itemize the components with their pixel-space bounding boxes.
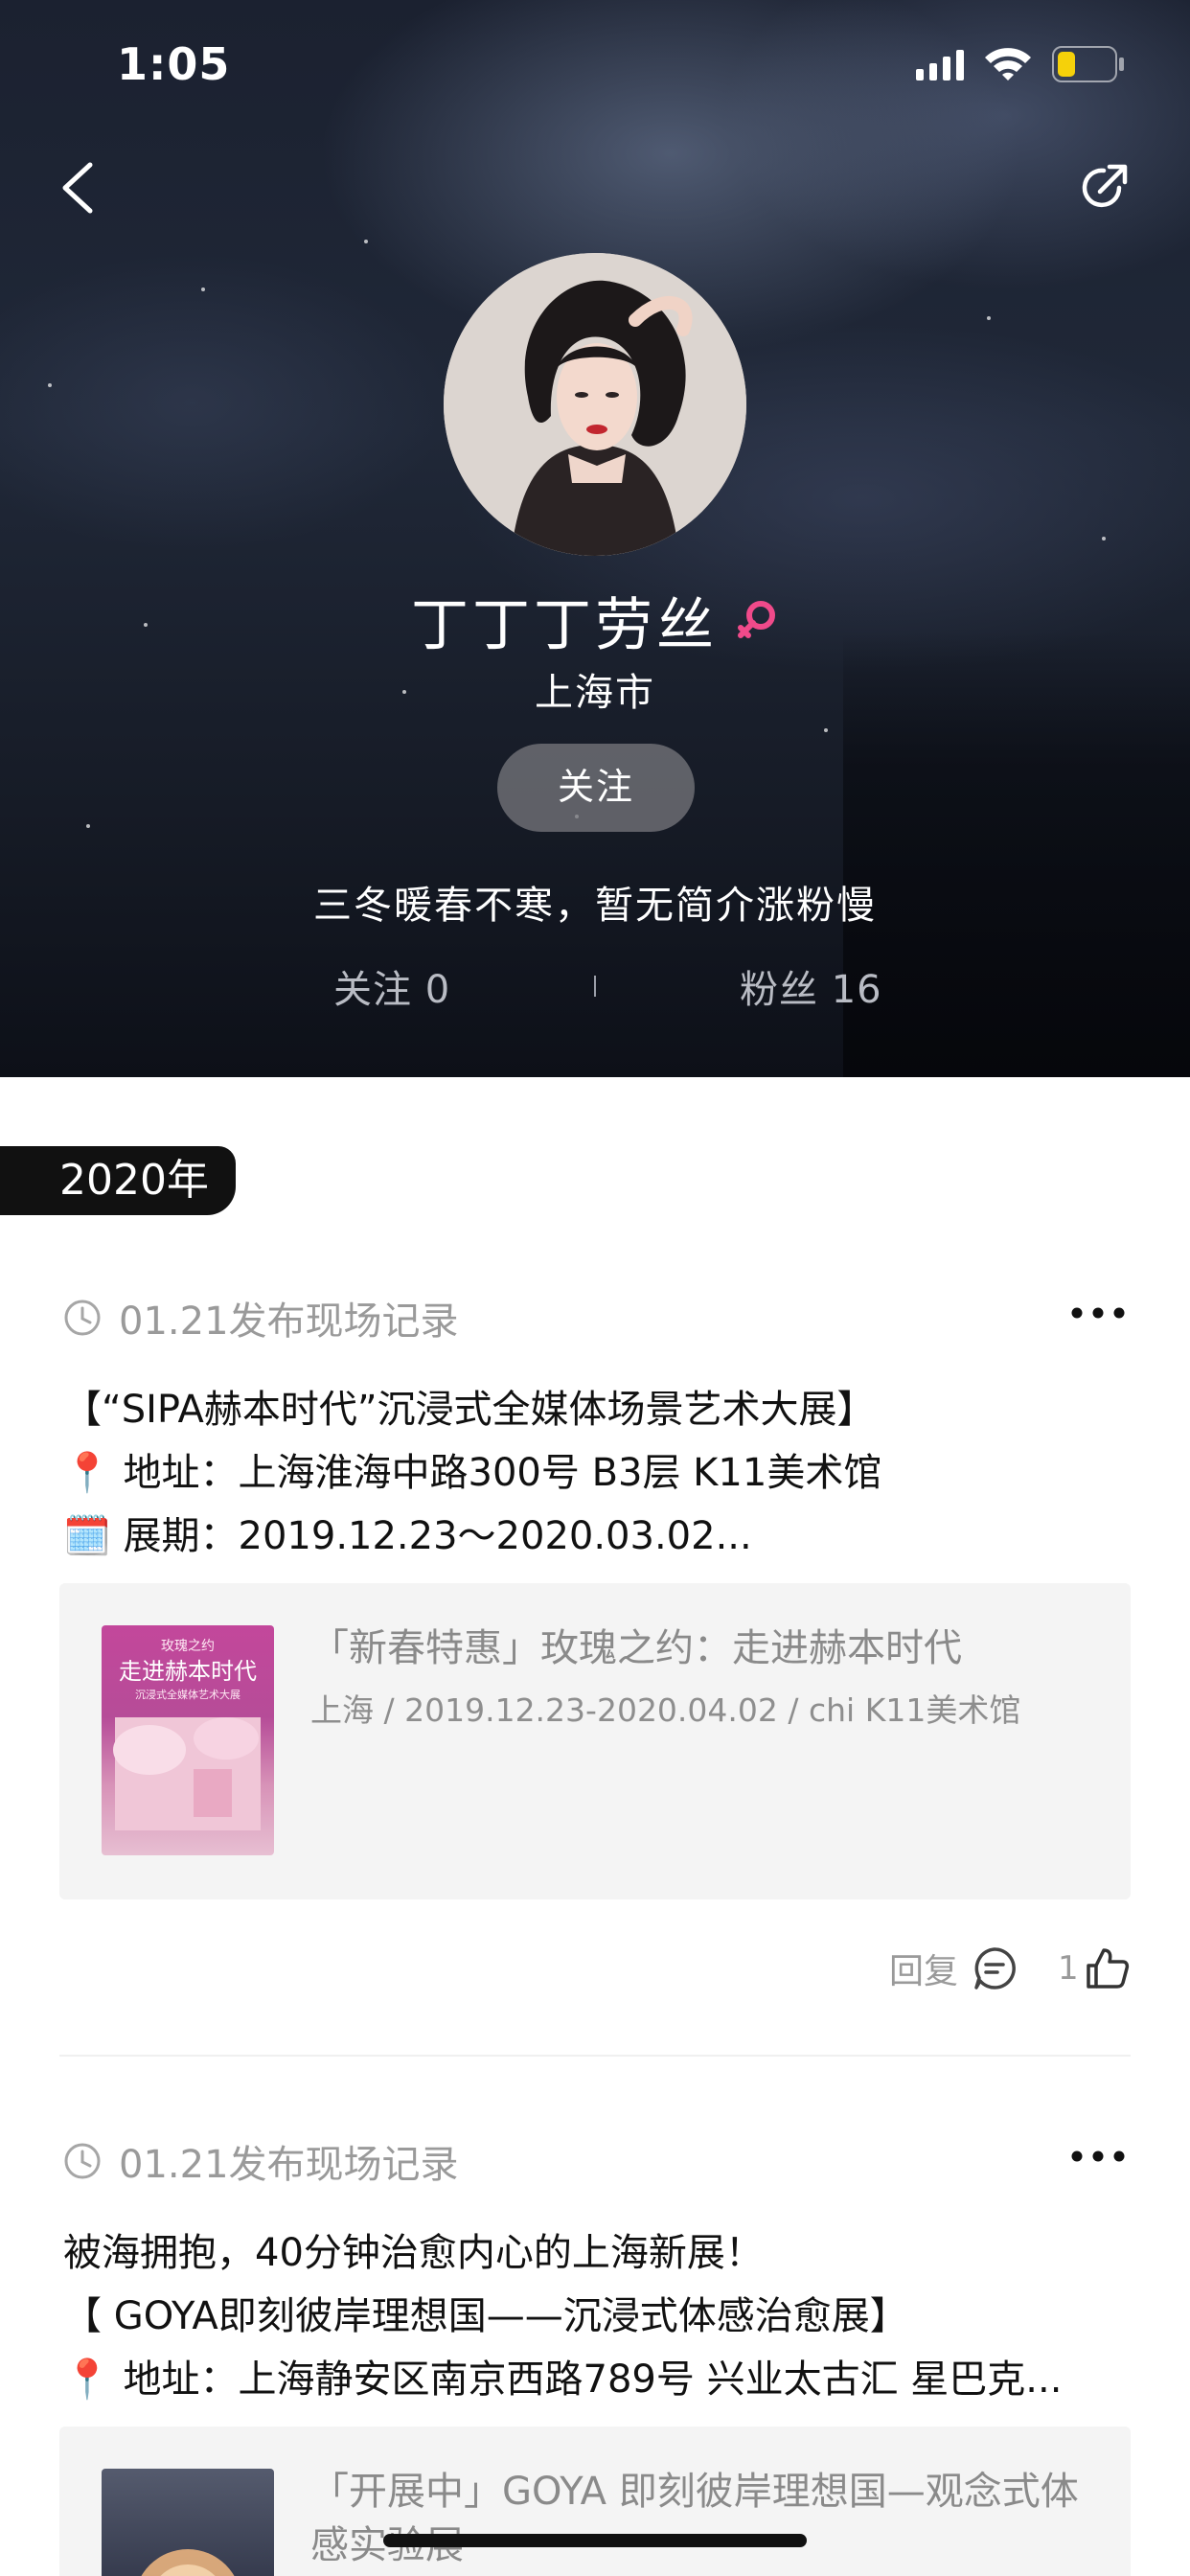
more-icon[interactable]	[1069, 2147, 1127, 2166]
reply-label: 回复	[889, 1952, 959, 1991]
wifi-icon	[985, 48, 1031, 80]
post-line: 【“SIPA赫本时代”沉浸式全媒体场景艺术大展】	[63, 1388, 876, 1432]
post-line: 📍 地址：上海静安区南京西路789号 兴业太古汇 星巴克...	[63, 2358, 1063, 2402]
like-button[interactable]: 1	[1058, 1940, 1131, 1997]
post-meta-text: 01.21发布现场记录	[119, 1300, 459, 1344]
avatar-portrait	[444, 253, 746, 556]
post-meta: 01.21发布现场记录	[63, 2137, 459, 2187]
poster-text-top: 玫瑰之约	[161, 1639, 215, 1654]
post-line: 被海拥抱，40分钟治愈内心的上海新展！	[63, 2231, 764, 2275]
like-count: 1	[1058, 1949, 1079, 1988]
post-text[interactable]: 被海拥抱，40分钟治愈内心的上海新展！ 【 GOYA即刻彼岸理想国——沉浸式体感…	[63, 2221, 1136, 2411]
avatar[interactable]	[444, 253, 746, 556]
profile-page: 1:05 丁丁丁劳丝 上海市 关注 三冬暖春不寒，暂无简介涨粉慢 关注 0 粉丝…	[0, 0, 1190, 2576]
poster-text-sub: 沉浸式全媒体艺术大展	[135, 1688, 240, 1701]
status-bar: 1:05	[0, 0, 1190, 126]
year-tag: 2020年	[0, 1146, 236, 1215]
share-icon[interactable]	[1077, 161, 1131, 215]
exhibition-poster: 玫瑰之约 走进赫本时代 沉浸式全媒体艺术大展	[102, 1625, 274, 1855]
more-icon[interactable]	[1069, 1303, 1127, 1322]
post-divider	[59, 2055, 1131, 2057]
profile-name-row: 丁丁丁劳丝	[0, 579, 1190, 662]
post-line: 📍 地址：上海淮海中路300号 B3层 K11美术馆	[63, 1451, 882, 1495]
stats-divider	[594, 976, 596, 997]
post-meta: 01.21发布现场记录	[63, 1294, 459, 1344]
clock-icon	[64, 1300, 101, 1336]
profile-name: 丁丁丁劳丝	[411, 592, 718, 659]
following-count[interactable]: 关注 0	[333, 958, 450, 1014]
follow-button[interactable]: 关注	[497, 744, 695, 832]
post-text[interactable]: 【“SIPA赫本时代”沉浸式全媒体场景艺术大展】 📍 地址：上海淮海中路300号…	[63, 1378, 1136, 1568]
signal-icon	[916, 50, 964, 80]
profile-bio: 三冬暖春不寒，暂无简介涨粉慢	[313, 884, 877, 928]
home-indicator[interactable]	[383, 2534, 807, 2547]
poster-text-main: 走进赫本时代	[119, 1658, 257, 1685]
female-icon	[738, 600, 775, 638]
profile-city: 上海市	[535, 671, 655, 715]
comment-icon	[974, 1947, 1016, 1990]
battery-icon	[1052, 46, 1124, 82]
post-line: 【 GOYA即刻彼岸理想国——沉浸式体感治愈展】	[63, 2294, 908, 2338]
profile-header: 1:05 丁丁丁劳丝 上海市 关注 三冬暖春不寒，暂无简介涨粉慢 关注 0 粉丝…	[0, 0, 1190, 1077]
status-time: 1:05	[117, 38, 231, 90]
thumbs-up-icon	[1086, 1948, 1129, 1989]
exhibition-card[interactable]: 玫瑰之约 走进赫本时代 沉浸式全媒体艺术大展 「新春特惠」玫瑰之约：走进赫本时代…	[59, 1583, 1131, 1899]
card-subtitle: 上海 / 2019.12.23-2020.04.02 / chi K11美术馆	[310, 1691, 1021, 1729]
exhibition-poster	[102, 2469, 274, 2576]
post-meta-text: 01.21发布现场记录	[119, 2143, 459, 2187]
chevron-left-icon[interactable]	[56, 159, 100, 217]
post-line: 🗓️ 展期：2019.12.23～2020.03.02...	[63, 1514, 752, 1558]
exhibition-card[interactable]: 「开展中」GOYA 即刻彼岸理想国—观念式体感实验展	[59, 2426, 1131, 2576]
card-title: 「开展中」GOYA 即刻彼岸理想国—观念式体感实验展	[310, 2470, 1079, 2567]
card-title: 「新春特惠」玫瑰之约：走进赫本时代	[310, 1626, 962, 1670]
fans-count[interactable]: 粉丝 16	[740, 958, 882, 1014]
reply-button[interactable]: 回复	[889, 1940, 1018, 1997]
clock-icon	[64, 2143, 101, 2179]
